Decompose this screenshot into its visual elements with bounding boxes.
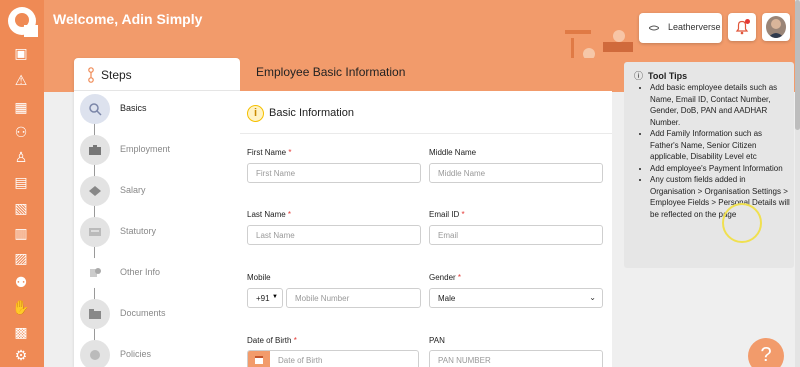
info-icon: [90, 268, 101, 277]
step-label: Policies: [120, 349, 152, 359]
chevron-down-icon: ⌄: [589, 293, 596, 302]
calendar-icon[interactable]: ▤: [11, 173, 31, 191]
steps-panel: Steps Basics Employment Salary Statutory…: [74, 58, 240, 367]
money-icon[interactable]: ▥: [11, 224, 31, 242]
icon-sidebar: ▣ ⚠ ▦ ⚇ ♙ ▤ ▧ ▥ ▨ ⚉ ✋ ▩ ⚙: [0, 0, 44, 367]
basic-info-form: i Basic Information First Name * First N…: [240, 91, 612, 367]
section-title: Basic Information: [269, 107, 354, 119]
organisation-name: Leatherverse: [668, 22, 721, 32]
middle-name-field[interactable]: Middle Name: [429, 163, 603, 183]
step-statutory[interactable]: Statutory: [80, 217, 235, 251]
step-salary[interactable]: Salary: [80, 176, 235, 210]
organisation-selector[interactable]: Leatherverse: [639, 13, 722, 43]
tool-tips-list: Add basic employee details such as Name,…: [650, 82, 790, 220]
payroll-icon[interactable]: ▩: [11, 323, 31, 341]
step-label: Employment: [120, 144, 171, 154]
email-label: Email ID *: [429, 210, 465, 219]
gender-select[interactable]: Male ⌄: [429, 288, 603, 308]
tip-item: Add basic employee details such as Name,…: [650, 82, 790, 128]
page-scrollbar[interactable]: [795, 0, 800, 367]
user-photo: [766, 16, 786, 38]
chart-icon[interactable]: ▨: [11, 249, 31, 267]
pan-field[interactable]: PAN NUMBER: [429, 350, 603, 367]
mobile-label: Mobile: [247, 273, 271, 282]
folder-icon: [89, 309, 101, 319]
last-name-field[interactable]: Last Name: [247, 225, 421, 245]
form-title: Employee Basic Information: [256, 65, 406, 79]
steps-header: Steps: [74, 58, 240, 91]
alert-icon[interactable]: ⚠: [11, 71, 31, 89]
magnifier-icon: [89, 103, 102, 116]
pan-label: PAN: [429, 336, 445, 345]
first-name-label: First Name *: [247, 148, 292, 157]
welcome-text: Welcome, Adin Simply: [53, 11, 203, 27]
country-code-select[interactable]: +91 ▼: [247, 288, 283, 308]
help-button[interactable]: ?: [748, 338, 784, 367]
dob-field[interactable]: Date of Birth: [247, 350, 419, 367]
briefcase-icon: [89, 145, 101, 155]
document-icon[interactable]: ▧: [11, 199, 31, 217]
step-label: Basics: [120, 103, 147, 113]
calendar-icon[interactable]: [248, 351, 270, 367]
bell-icon: [735, 20, 749, 35]
info-icon: i: [247, 105, 264, 122]
policy-icon: [90, 350, 100, 360]
email-field[interactable]: Email: [429, 225, 603, 245]
settings-icon[interactable]: ⚙: [11, 346, 31, 364]
caret-down-icon: ▼: [272, 294, 278, 300]
hand-icon[interactable]: ✋: [11, 298, 31, 316]
document-icon: [89, 228, 101, 236]
building-icon[interactable]: ▦: [11, 98, 31, 116]
steps-title: Steps: [101, 68, 132, 82]
users-icon[interactable]: ⚇: [11, 123, 31, 141]
last-name-label: Last Name *: [247, 210, 292, 219]
people-icon[interactable]: ⚉: [11, 273, 31, 291]
org-chart-icon[interactable]: ♙: [11, 148, 31, 166]
form-header: Employee Basic Information: [240, 58, 612, 91]
first-name-field[interactable]: First Name: [247, 163, 421, 183]
brand-logo-icon: [649, 25, 659, 31]
mobile-number-field[interactable]: Mobile Number: [286, 288, 421, 308]
notification-dot: [745, 19, 750, 24]
tool-tips-panel: ⓘ Tool Tips Add basic employee details s…: [624, 62, 794, 268]
middle-name-label: Middle Name: [429, 148, 477, 157]
country-code-value: +91: [256, 294, 270, 303]
dob-label: Date of Birth *: [247, 336, 297, 345]
tip-item: Add employee's Payment Information: [650, 163, 790, 175]
scrollbar-thumb[interactable]: [795, 0, 800, 130]
divider: [240, 133, 612, 134]
app-window: ▣ ⚠ ▦ ⚇ ♙ ▤ ▧ ▥ ▨ ⚉ ✋ ▩ ⚙ Welcome, Adin …: [0, 0, 800, 367]
avatar[interactable]: [762, 13, 790, 41]
tip-item: Add Family Information such as Father's …: [650, 128, 790, 163]
step-basics[interactable]: Basics: [80, 94, 235, 128]
step-documents[interactable]: Documents: [80, 299, 235, 333]
steps-icon: [88, 67, 94, 83]
step-label: Salary: [120, 185, 146, 195]
dashboard-icon[interactable]: ▣: [11, 44, 31, 62]
step-label: Other Info: [120, 267, 161, 277]
tool-tips-heading: ⓘ Tool Tips: [634, 71, 688, 81]
step-label: Documents: [120, 308, 166, 318]
logo-icon[interactable]: [2, 3, 42, 39]
tip-item: Any custom fields added in Organisation …: [650, 174, 790, 220]
gender-label: Gender *: [429, 273, 462, 282]
step-policies[interactable]: Policies: [80, 340, 235, 367]
step-employment[interactable]: Employment: [80, 135, 235, 169]
notification-button[interactable]: [728, 13, 756, 41]
step-other-info[interactable]: Other Info: [80, 258, 235, 292]
money-icon: [89, 186, 101, 196]
cursor-highlight: [722, 203, 762, 243]
step-label: Statutory: [120, 226, 157, 236]
